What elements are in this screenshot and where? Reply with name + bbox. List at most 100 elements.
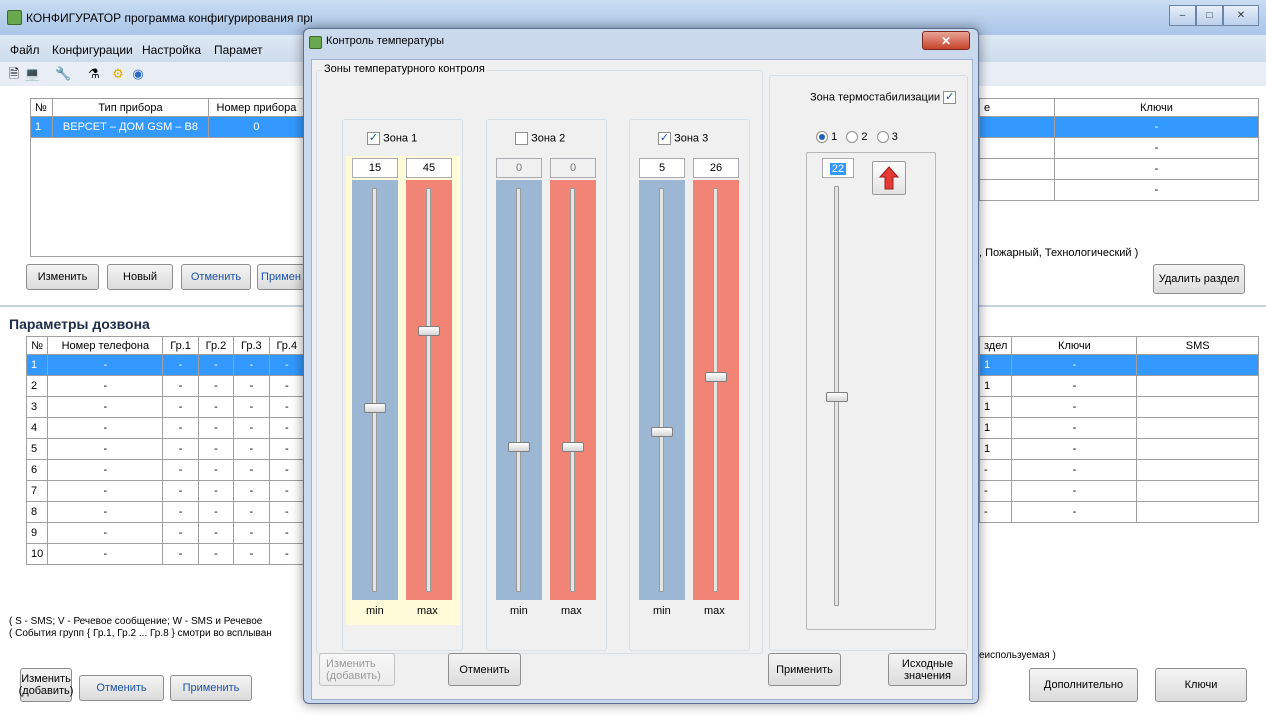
- table-row[interactable]: 1-: [978, 438, 1259, 460]
- table-row[interactable]: 8-----: [25, 501, 306, 523]
- table-row[interactable]: 2-----: [25, 375, 306, 397]
- tools-icon[interactable]: 🔧: [55, 66, 71, 82]
- radio-2[interactable]: [846, 131, 859, 144]
- apply-bottom-button[interactable]: Применить: [170, 675, 252, 701]
- cell: [1136, 501, 1259, 523]
- zone-1-checkbox[interactable]: ✓ Зона 1: [367, 132, 417, 145]
- zone-2-max-input[interactable]: 0: [550, 158, 596, 178]
- menu-settings[interactable]: Настройка: [142, 43, 201, 57]
- dialog-apply-button[interactable]: Применить: [768, 653, 841, 686]
- probe-icon[interactable]: ⚗: [86, 66, 102, 82]
- maximize-button[interactable]: □: [1196, 5, 1223, 26]
- table-row[interactable]: 9-----: [25, 522, 306, 544]
- keys-button[interactable]: Ключи: [1155, 668, 1247, 702]
- table-row[interactable]: 1-: [978, 375, 1259, 397]
- cell: -: [1011, 396, 1138, 418]
- cell: -: [1054, 179, 1259, 201]
- zone-2-checkbox[interactable]: Зона 2: [515, 132, 565, 145]
- extra-button[interactable]: Дополнительно: [1029, 668, 1138, 702]
- slider-thumb[interactable]: [826, 392, 848, 402]
- thermo-checkbox[interactable]: Зона термостабилизации ✓: [810, 91, 957, 104]
- zone-2-min-slider[interactable]: [496, 180, 542, 600]
- dialog-close-button[interactable]: ✕: [922, 31, 970, 50]
- new-file-icon[interactable]: 🗎: [6, 66, 22, 82]
- zone-3-max-input[interactable]: 26: [693, 158, 739, 178]
- apply-top-button[interactable]: Примен: [257, 264, 305, 290]
- zone-3-min-slider[interactable]: [639, 180, 685, 600]
- dialog-icon: [309, 36, 322, 49]
- radio-2-label: 2: [861, 131, 868, 143]
- table-row[interactable]: 1-: [978, 396, 1259, 418]
- new-button[interactable]: Новый: [107, 264, 173, 290]
- edit-add-button[interactable]: Изменить (добавить): [19, 668, 73, 702]
- cell: 2: [25, 375, 49, 397]
- close-button[interactable]: ✕: [1223, 5, 1259, 26]
- table-row[interactable]: 6-----: [25, 459, 306, 481]
- slider-thumb[interactable]: [562, 442, 584, 452]
- device-icon[interactable]: 💻: [24, 66, 40, 82]
- checkbox-unchecked[interactable]: [515, 132, 528, 145]
- cell: 7: [25, 480, 49, 502]
- table-row[interactable]: -: [979, 179, 1259, 201]
- zone-1-max-input[interactable]: 45: [406, 158, 452, 178]
- table-row[interactable]: --: [978, 459, 1259, 481]
- section-note: , Пожарный, Технологический ): [979, 247, 1139, 259]
- zone-3-min-input[interactable]: 5: [639, 158, 685, 178]
- checkbox-checked[interactable]: ✓: [943, 91, 957, 104]
- col-phone: Номер телефона: [47, 336, 164, 355]
- slider-rail: [372, 188, 377, 592]
- table-row[interactable]: 5-----: [25, 438, 306, 460]
- table-row[interactable]: 4-----: [25, 417, 306, 439]
- settings-icon[interactable]: ⚙: [110, 66, 126, 82]
- delete-section-button[interactable]: Удалить раздел: [1153, 264, 1245, 294]
- globe-icon[interactable]: ◉: [130, 66, 146, 82]
- col-keys: Ключи: [1011, 336, 1138, 355]
- table-row[interactable]: 1-: [978, 354, 1259, 376]
- slider-thumb[interactable]: [705, 372, 727, 382]
- zone-1-max-slider[interactable]: [406, 180, 452, 600]
- radio-3[interactable]: [876, 131, 889, 144]
- edit-button[interactable]: Изменить: [26, 264, 99, 290]
- zone-1-min-slider[interactable]: [352, 180, 398, 600]
- zone-1-min-input[interactable]: 15: [352, 158, 398, 178]
- table-row[interactable]: 1-: [978, 417, 1259, 439]
- slider-thumb[interactable]: [651, 427, 673, 437]
- table-row[interactable]: 1 ВЕРСЕТ – ДОМ GSM – В8 0: [30, 116, 306, 138]
- table-row[interactable]: -: [979, 116, 1259, 138]
- slider-thumb[interactable]: [418, 326, 440, 336]
- slider-thumb[interactable]: [364, 403, 386, 413]
- table-row[interactable]: 1-----: [25, 354, 306, 376]
- table-row[interactable]: 3-----: [25, 396, 306, 418]
- zone-3-max-slider[interactable]: [693, 180, 739, 600]
- dialog-defaults-button[interactable]: Исходные значения: [888, 653, 967, 686]
- checkbox-checked[interactable]: ✓: [658, 132, 671, 145]
- zone-2-min-input[interactable]: 0: [496, 158, 542, 178]
- cell: -: [197, 438, 235, 460]
- radio-1[interactable]: [816, 131, 828, 144]
- cancel-bottom-button[interactable]: Отменить: [79, 675, 164, 701]
- cell: -: [197, 396, 235, 418]
- table-row[interactable]: 10- - - - -: [25, 543, 306, 565]
- dialog-edit-add-button[interactable]: Изменить (добавить): [319, 653, 395, 686]
- menu-parameters[interactable]: Парамет: [214, 43, 263, 57]
- zone-3-checkbox[interactable]: ✓ Зона 3: [658, 132, 708, 145]
- table-row[interactable]: -: [979, 137, 1259, 159]
- thermo-slider[interactable]: [814, 176, 860, 616]
- menu-file[interactable]: Файл: [10, 43, 40, 57]
- table-row[interactable]: --: [978, 501, 1259, 523]
- table-row[interactable]: --: [978, 480, 1259, 502]
- dialog-cancel-button[interactable]: Отменить: [448, 653, 521, 686]
- thermo-box: Зона термостабилизации ✓ 1 2 3 22: [769, 75, 968, 651]
- thermo-value-input[interactable]: 22: [822, 158, 854, 178]
- arrow-up-button[interactable]: [872, 161, 906, 195]
- menu-configurations[interactable]: Конфигурации: [52, 43, 133, 57]
- cancel-top-button[interactable]: Отменить: [181, 264, 251, 290]
- checkbox-checked[interactable]: ✓: [367, 132, 380, 145]
- zone-2-max-slider[interactable]: [550, 180, 596, 600]
- col-header: е: [979, 98, 1055, 117]
- slider-thumb[interactable]: [508, 442, 530, 452]
- table-row[interactable]: 7-----: [25, 480, 306, 502]
- col-section: здел: [978, 336, 1013, 355]
- minimize-button[interactable]: –: [1169, 5, 1196, 26]
- table-row[interactable]: -: [979, 158, 1259, 180]
